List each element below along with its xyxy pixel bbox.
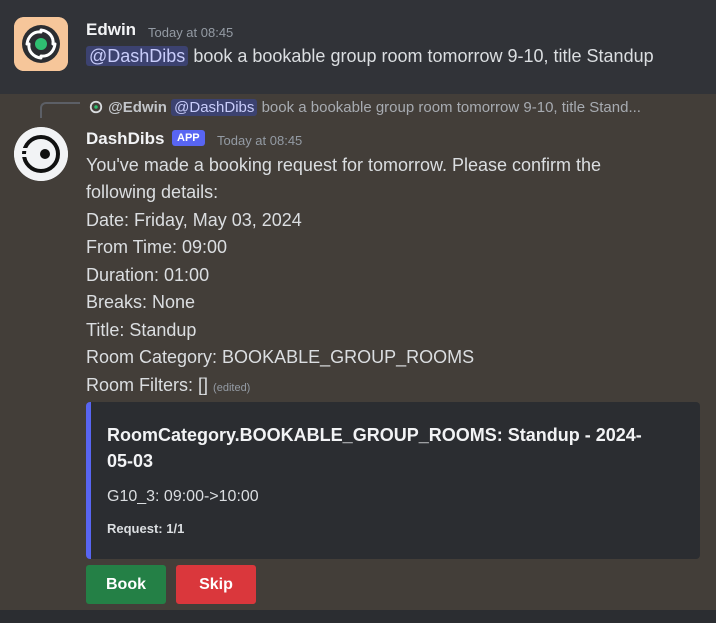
- message-line: Room Filters: [] (edited): [86, 375, 250, 396]
- reply-mention[interactable]: @DashDibs: [171, 99, 258, 116]
- message-line: following details:: [86, 182, 219, 202]
- message-line: Date: Friday, May 03, 2024: [86, 210, 302, 230]
- embed-footer: Request: 1/1: [107, 521, 185, 536]
- swirl-logo-icon: [89, 100, 103, 114]
- message-line: Title: Standup: [86, 320, 197, 340]
- embed-title-line: 05-03: [107, 451, 154, 471]
- reply-preview[interactable]: @Edwin @DashDibs book a bookable group r…: [88, 99, 708, 116]
- embed-description: G10_3: 09:00->10:00: [107, 488, 259, 505]
- book-button[interactable]: Book: [86, 565, 166, 604]
- message-line: Room Category: BOOKABLE_GROUP_ROOMS: [86, 347, 475, 367]
- reply-text: book a bookable group room tomorrow 9-10…: [261, 99, 641, 116]
- reply-connector: [40, 102, 80, 118]
- message-divider: [0, 610, 716, 623]
- booking-embed: RoomCategory.BOOKABLE_GROUP_ROOMS: Stand…: [86, 402, 700, 559]
- swirl-logo-icon: [14, 17, 68, 71]
- author-name[interactable]: DashDibs: [86, 129, 164, 149]
- avatar-edwin[interactable]: [14, 17, 68, 71]
- message-timestamp: Today at 08:45: [148, 25, 234, 40]
- message-line: Breaks: None: [86, 292, 196, 312]
- message-line-text: Room Filters: []: [86, 375, 209, 395]
- edited-label: (edited): [213, 382, 251, 394]
- dashdibs-logo-icon: [14, 127, 68, 181]
- embed-title-line: RoomCategory.BOOKABLE_GROUP_ROOMS: Stand…: [107, 425, 642, 445]
- author-name[interactable]: Edwin: [86, 20, 136, 40]
- reply-author[interactable]: @Edwin: [108, 99, 167, 116]
- app-badge: APP: [172, 130, 205, 146]
- message-timestamp: Today at 08:45: [217, 133, 303, 148]
- message-text: book a bookable group room tomorrow 9-10…: [193, 46, 654, 66]
- embed-title: RoomCategory.BOOKABLE_GROUP_ROOMS: Stand…: [107, 422, 667, 474]
- message-line: From Time: 09:00: [86, 237, 228, 257]
- user-mention[interactable]: @DashDibs: [86, 46, 189, 66]
- message-content: @DashDibs book a bookable group room tom…: [86, 46, 654, 67]
- message-line: Duration: 01:00: [86, 265, 210, 285]
- message-line: You've made a booking request for tomorr…: [86, 155, 602, 175]
- skip-button[interactable]: Skip: [176, 565, 256, 604]
- avatar-dashdibs[interactable]: [14, 127, 68, 181]
